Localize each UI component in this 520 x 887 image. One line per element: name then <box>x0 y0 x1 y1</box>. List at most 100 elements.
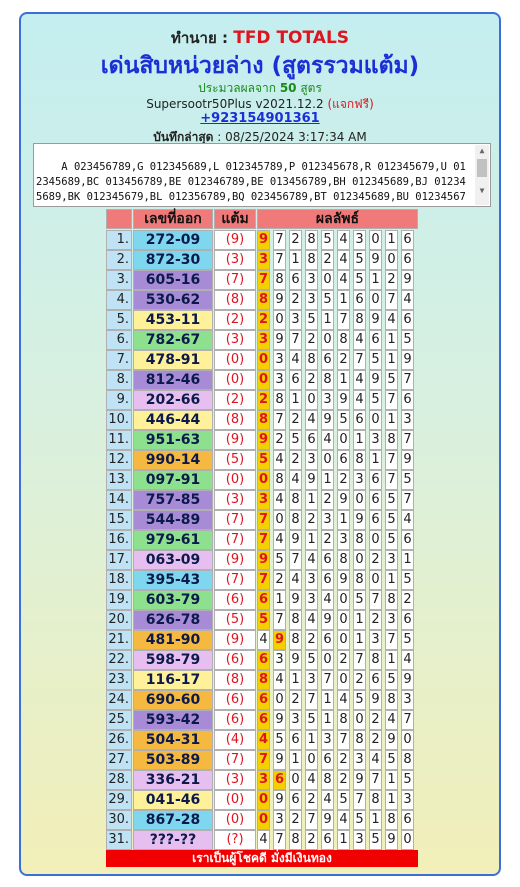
row-digit: 6 <box>273 770 286 790</box>
row-digit: 8 <box>305 250 318 270</box>
row-digit: 7 <box>369 770 382 790</box>
row-digit: 6 <box>289 270 302 290</box>
row-index: 13. <box>106 470 132 490</box>
scroll-thumb[interactable] <box>477 159 487 177</box>
row-points: (7) <box>214 270 256 290</box>
table-row: 8. 812-46 (0) 0 3 6 2 8 1 4 9 5 7 <box>106 370 418 390</box>
row-result: 097-91 <box>133 470 213 490</box>
row-digit: 6 <box>401 530 414 550</box>
textarea-scrollbar[interactable]: ▲ ▼ <box>475 145 489 205</box>
row-digit: 4 <box>337 230 350 250</box>
row-digit: 2 <box>305 830 318 850</box>
row-digit: 6 <box>353 290 366 310</box>
row-result: 116-17 <box>133 670 213 690</box>
row-digit: 3 <box>257 250 270 270</box>
free-label: (แจกฟรี) <box>327 97 374 111</box>
row-index: 4. <box>106 290 132 310</box>
table-row: 30. 867-28 (0) 0 3 2 7 9 4 5 1 8 6 <box>106 810 418 830</box>
row-digit: 1 <box>401 550 414 570</box>
row-digit: 7 <box>273 830 286 850</box>
row-digit: 0 <box>273 310 286 330</box>
row-digit: 5 <box>273 730 286 750</box>
row-index: 7. <box>106 350 132 370</box>
row-digit: 3 <box>305 570 318 590</box>
row-digit: 5 <box>385 530 398 550</box>
row-digit: 3 <box>353 750 366 770</box>
row-digit: 0 <box>337 670 350 690</box>
phone-link[interactable]: +923154901361 <box>21 111 499 126</box>
row-digit: 9 <box>257 230 270 250</box>
row-index: 10. <box>106 410 132 430</box>
row-digit: 0 <box>289 770 302 790</box>
row-result: 544-89 <box>133 510 213 530</box>
row-digit: 1 <box>385 790 398 810</box>
row-digit: 9 <box>401 450 414 470</box>
row-digit: 9 <box>289 590 302 610</box>
row-digit: 2 <box>337 770 350 790</box>
scroll-up-icon[interactable]: ▲ <box>475 145 489 157</box>
process-suffix: สูตร <box>296 81 322 95</box>
row-result: 395-43 <box>133 570 213 590</box>
row-digit: 2 <box>305 510 318 530</box>
row-digit: 9 <box>289 530 302 550</box>
row-digit: 4 <box>273 450 286 470</box>
row-digit: 6 <box>321 350 334 370</box>
row-digit: 2 <box>369 610 382 630</box>
row-digit: 0 <box>337 590 350 610</box>
row-digit: 3 <box>305 670 318 690</box>
table-row: 21. 481-90 (9) 4 9 8 2 6 0 1 3 7 5 <box>106 630 418 650</box>
row-digit: 9 <box>305 470 318 490</box>
row-digit: 3 <box>337 530 350 550</box>
row-digit: 3 <box>321 510 334 530</box>
row-digit: 5 <box>353 690 366 710</box>
row-digit: 4 <box>385 710 398 730</box>
row-digit: 6 <box>369 670 382 690</box>
row-result: 041-46 <box>133 790 213 810</box>
row-digit: 3 <box>353 230 366 250</box>
formula-textarea[interactable]: A 023456789,G 012345689,L 012345789,P 01… <box>33 143 491 207</box>
table-row: 20. 626-78 (5) 5 7 8 4 9 0 1 2 3 6 <box>106 610 418 630</box>
row-digit: 5 <box>353 250 366 270</box>
row-digit: 9 <box>273 750 286 770</box>
row-digit: 0 <box>385 250 398 270</box>
row-digit: 6 <box>321 550 334 570</box>
row-digit: 1 <box>273 590 286 610</box>
row-result: 951-63 <box>133 430 213 450</box>
row-digit: 5 <box>401 470 414 490</box>
row-digit: 7 <box>337 310 350 330</box>
row-digit: 7 <box>257 570 270 590</box>
row-digit: 8 <box>385 690 398 710</box>
row-digit: 2 <box>337 350 350 370</box>
row-result: 605-16 <box>133 270 213 290</box>
row-digit: 1 <box>369 810 382 830</box>
row-digit: 0 <box>337 610 350 630</box>
row-digit: 3 <box>305 270 318 290</box>
row-digit: 0 <box>257 810 270 830</box>
row-digit: 5 <box>305 310 318 330</box>
row-digit: 8 <box>289 630 302 650</box>
row-digit: 1 <box>353 430 366 450</box>
row-digit: 6 <box>321 570 334 590</box>
row-digit: 2 <box>289 450 302 470</box>
header-result: เลขที่ออก <box>133 209 213 229</box>
row-digit: 5 <box>401 330 414 350</box>
row-index: 6. <box>106 330 132 350</box>
row-digit: 0 <box>305 390 318 410</box>
row-index: 8. <box>106 370 132 390</box>
row-points: (9) <box>214 550 256 570</box>
table-row: 15. 544-89 (7) 7 0 8 2 3 1 9 6 5 4 <box>106 510 418 530</box>
row-digit: 9 <box>321 610 334 630</box>
row-digit: 6 <box>289 370 302 390</box>
row-index: 3. <box>106 270 132 290</box>
row-result: ???-?? <box>133 830 213 850</box>
row-digit: 9 <box>273 710 286 730</box>
scroll-down-icon[interactable]: ▼ <box>475 185 489 197</box>
row-result: 272-09 <box>133 230 213 250</box>
row-digit: 1 <box>289 670 302 690</box>
row-digit: 3 <box>321 730 334 750</box>
row-digit: 8 <box>337 710 350 730</box>
row-digit: 4 <box>337 270 350 290</box>
row-points: (8) <box>214 670 256 690</box>
table-row: 5. 453-11 (2) 2 0 3 5 1 7 8 9 4 6 <box>106 310 418 330</box>
row-digit: 8 <box>385 430 398 450</box>
